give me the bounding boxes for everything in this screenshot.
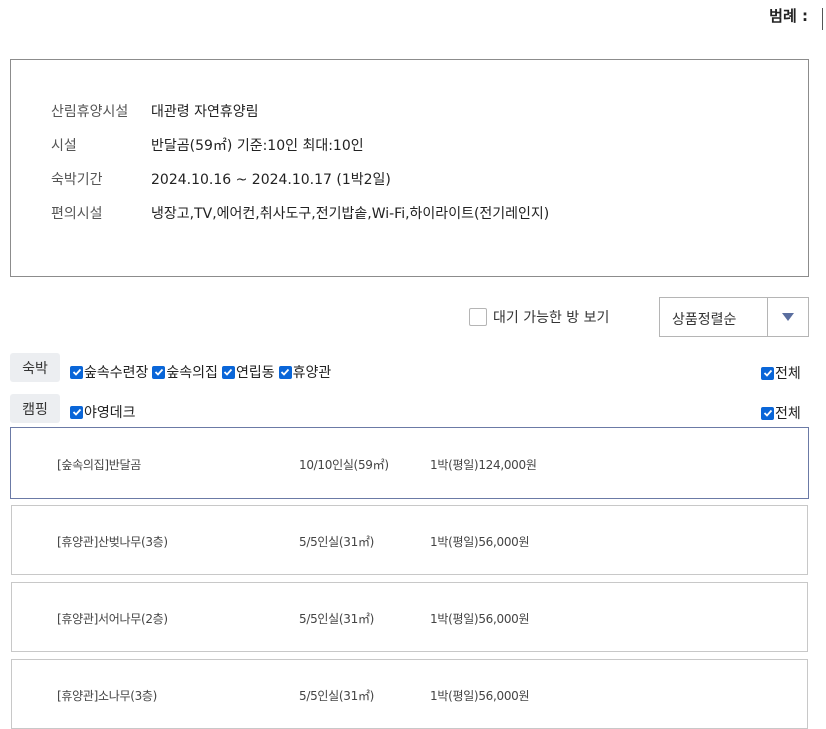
check-icon[interactable]: [152, 365, 166, 379]
checkbox-label[interactable]: 전체: [775, 363, 801, 383]
available-only-toggle[interactable]: 대기 가능한 방 보기: [469, 307, 609, 327]
info-value: 반달곰(59㎡) 기준:10인 최대:10인: [151, 138, 364, 154]
room-name: [숲속의집]반달곰: [57, 458, 141, 472]
facility-info-panel: 산림휴양시설 대관령 자연휴양림 시설 반달곰(59㎡) 기준:10인 최대:1…: [10, 59, 809, 277]
check-icon[interactable]: [761, 406, 774, 420]
camping-checkbox-group: 야영데크: [70, 402, 140, 422]
room-item[interactable]: [휴양관]산벚나무(3층) 5/5인실(31㎡) 1박(평일)56,000원: [11, 505, 808, 575]
info-label: 편의시설: [51, 206, 103, 222]
checkbox-forest-training[interactable]: 숲속수련장: [70, 362, 148, 382]
room-price: 1박(평일)124,000원: [430, 458, 537, 472]
info-row-facility: 산림휴양시설 대관령 자연휴양림: [51, 101, 259, 121]
checkbox-camping-all[interactable]: 전체: [761, 403, 801, 423]
sort-divider: [767, 298, 768, 336]
category-button-lodging[interactable]: 숙박: [10, 353, 60, 382]
lodging-all-group: 전체: [761, 363, 805, 383]
check-icon[interactable]: [70, 365, 83, 379]
info-row-room: 시설 반달곰(59㎡) 기준:10인 최대:10인: [51, 135, 364, 155]
checkbox-label[interactable]: 야영데크: [84, 402, 136, 422]
camping-all-group: 전체: [761, 403, 805, 423]
checkbox-label[interactable]: 숲속수련장: [84, 362, 148, 382]
info-value: 대관령 자연휴양림: [151, 104, 259, 120]
checkbox-label[interactable]: 숲속의집: [166, 362, 218, 382]
room-capacity: 5/5인실(31㎡): [299, 689, 375, 703]
checkbox-forest-house[interactable]: 숲속의집: [152, 362, 218, 382]
room-price: 1박(평일)56,000원: [430, 689, 530, 703]
check-icon[interactable]: [761, 366, 774, 380]
room-name: [휴양관]산벚나무(3층): [57, 535, 168, 549]
room-name: [휴양관]소나무(3층): [57, 689, 158, 703]
check-icon[interactable]: [278, 365, 292, 379]
check-icon[interactable]: [221, 365, 235, 379]
checkbox-row-house[interactable]: 연립동: [221, 362, 275, 382]
chevron-down-icon[interactable]: [782, 313, 794, 321]
checkbox-lodging-all[interactable]: 전체: [761, 363, 801, 383]
info-label: 숙박기간: [51, 172, 103, 188]
room-price: 1박(평일)56,000원: [430, 612, 530, 626]
available-only-label[interactable]: 대기 가능한 방 보기: [493, 307, 609, 327]
sort-select[interactable]: 상품정렬순: [659, 297, 809, 337]
info-value: 2024.10.16 ~ 2024.10.17 (1박2일): [151, 172, 391, 188]
info-label: 시설: [51, 138, 77, 154]
info-row-stay-period: 숙박기간 2024.10.16 ~ 2024.10.17 (1박2일): [51, 169, 391, 189]
category-button-camping[interactable]: 캠핑: [10, 394, 60, 423]
room-capacity: 10/10인실(59㎡): [299, 458, 389, 472]
room-capacity: 5/5인실(31㎡): [299, 612, 375, 626]
legend-label: 범례 :: [769, 7, 808, 25]
checkbox-label[interactable]: 연립동: [236, 362, 275, 382]
room-price: 1박(평일)56,000원: [430, 535, 530, 549]
checkbox-label[interactable]: 전체: [775, 403, 801, 423]
lodging-checkbox-group: 숲속수련장 숲속의집 연립동 휴양관: [70, 362, 335, 382]
info-row-amenities: 편의시설 냉장고,TV,에어컨,취사도구,전기밥솥,Wi-Fi,하이라이트(전기…: [51, 203, 549, 223]
divider: [822, 8, 823, 30]
room-capacity: 5/5인실(31㎡): [299, 535, 375, 549]
info-value: 냉장고,TV,에어컨,취사도구,전기밥솥,Wi-Fi,하이라이트(전기레인지): [151, 206, 550, 222]
checkbox-label[interactable]: 휴양관: [293, 362, 332, 382]
available-only-checkbox[interactable]: [469, 308, 487, 326]
room-name: [휴양관]서어나무(2층): [57, 612, 168, 626]
room-item[interactable]: [휴양관]서어나무(2층) 5/5인실(31㎡) 1박(평일)56,000원: [11, 582, 808, 652]
check-icon[interactable]: [70, 405, 83, 419]
sort-selected-value[interactable]: 상품정렬순: [672, 309, 736, 329]
room-item[interactable]: [휴양관]소나무(3층) 5/5인실(31㎡) 1박(평일)56,000원: [11, 659, 808, 729]
info-label: 산림휴양시설: [51, 104, 129, 120]
room-item[interactable]: [숲속의집]반달곰 10/10인실(59㎡) 1박(평일)124,000원: [10, 427, 809, 499]
checkbox-recreation-hall[interactable]: 휴양관: [278, 362, 332, 382]
checkbox-camping-deck[interactable]: 야영데크: [70, 402, 136, 422]
